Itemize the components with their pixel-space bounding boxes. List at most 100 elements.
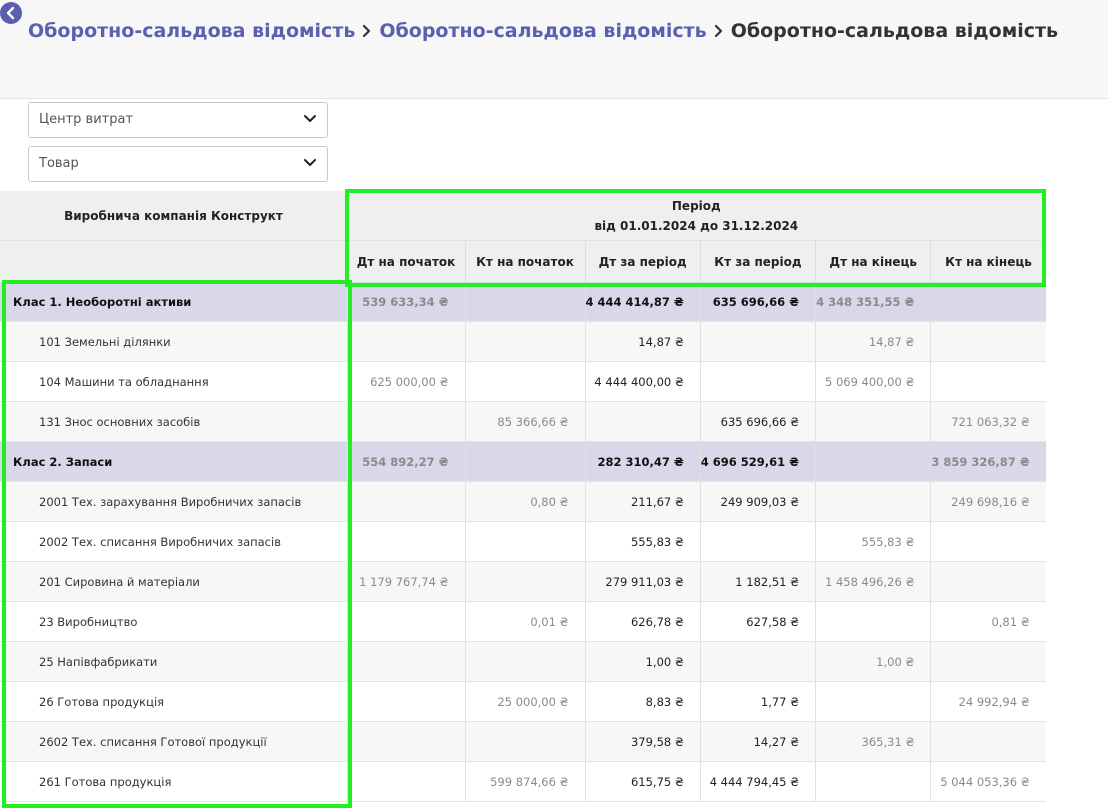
cell <box>346 761 465 802</box>
cell: 0,80 ₴ <box>464 481 585 522</box>
table-row[interactable]: 23 Виробництво 0,01 ₴ 626,78 ₴ 627,58 ₴ … <box>0 601 1046 642</box>
breadcrumb: Оборотно-сальдова відомість Оборотно-сал… <box>28 20 1058 42</box>
cell <box>464 641 585 682</box>
row-name: 131 Знос основних засобів <box>0 401 347 442</box>
cell: 626,78 ₴ <box>584 601 701 642</box>
cell: 5 044 053,36 ₴ <box>930 761 1046 802</box>
row-name: 2602 Тех. списання Готової продукції <box>0 721 347 762</box>
cell: 279 911,03 ₴ <box>584 561 701 602</box>
table-row[interactable]: 261 Готова продукція 599 874,66 ₴ 615,75… <box>0 761 1046 802</box>
chevron-right-icon <box>714 24 724 38</box>
cell <box>930 321 1046 362</box>
table-row[interactable]: 2001 Тех. зарахування Виробничих запасів… <box>0 481 1046 522</box>
cell: 555,83 ₴ <box>584 521 701 562</box>
cell: 85 366,66 ₴ <box>464 401 585 442</box>
cell: 555,83 ₴ <box>815 521 931 562</box>
cell <box>464 282 585 322</box>
table-row[interactable]: 25 Напівфабрикати 1,00 ₴ 1,00 ₴ <box>0 641 1046 682</box>
table-row[interactable]: 101 Земельні ділянки 14,87 ₴ 14,87 ₴ <box>0 321 1046 362</box>
chevron-left-icon <box>6 6 15 20</box>
cell: 1 458 496,26 ₴ <box>815 561 931 602</box>
row-name: 25 Напівфабрикати <box>0 641 347 682</box>
cell: 1,00 ₴ <box>584 641 701 682</box>
cell <box>346 721 465 762</box>
period-range: від 01.01.2024 до 31.12.2024 <box>594 218 799 233</box>
product-select[interactable]: Товар <box>28 146 328 182</box>
back-button[interactable] <box>0 2 22 24</box>
breadcrumb-link-1[interactable]: Оборотно-сальдова відомість <box>28 20 355 42</box>
cell: 14,87 ₴ <box>815 321 931 362</box>
cell: 4 444 414,87 ₴ <box>584 282 701 322</box>
cell: 211,67 ₴ <box>584 481 701 522</box>
cell: 635 696,66 ₴ <box>699 401 816 442</box>
row-name: 2001 Тех. зарахування Виробничих запасів <box>0 481 347 522</box>
cell <box>346 481 465 522</box>
col-header: Дт на початок <box>346 240 465 282</box>
empty-header-cell <box>0 240 347 282</box>
cell: 4 696 529,61 ₴ <box>699 441 816 482</box>
row-name: 104 Машини та обладнання <box>0 361 347 402</box>
cell: 14,27 ₴ <box>699 721 816 762</box>
cell <box>699 361 816 402</box>
cell: 1,00 ₴ <box>815 641 931 682</box>
row-name: 23 Виробництво <box>0 601 347 642</box>
col-header: Кт на кінець <box>930 240 1046 282</box>
cell <box>346 601 465 642</box>
cell <box>464 361 585 402</box>
cell: 0,81 ₴ <box>930 601 1046 642</box>
cell <box>464 521 585 562</box>
period-header: Період від 01.01.2024 до 31.12.2024 <box>347 191 1046 241</box>
cell <box>815 601 931 642</box>
chevron-down-icon <box>304 159 316 166</box>
cost-center-select[interactable]: Центр витрат <box>28 102 328 138</box>
cell <box>464 561 585 602</box>
top-bar: Оборотно-сальдова відомість Оборотно-сал… <box>0 0 1108 99</box>
table-row[interactable]: 131 Знос основних засобів 85 366,66 ₴ 63… <box>0 401 1046 442</box>
table-row[interactable]: 2002 Тех. списання Виробничих запасів 55… <box>0 521 1046 562</box>
cell: 599 874,66 ₴ <box>464 761 585 802</box>
row-name: 101 Земельні ділянки <box>0 321 347 362</box>
table-row[interactable]: 2602 Тех. списання Готової продукції 379… <box>0 721 1046 762</box>
cell <box>930 361 1046 402</box>
cell: 721 063,32 ₴ <box>930 401 1046 442</box>
cell <box>464 721 585 762</box>
cell: 4 348 351,55 ₴ <box>815 282 931 322</box>
cell: 615,75 ₴ <box>584 761 701 802</box>
cell <box>815 481 931 522</box>
row-name: 2002 Тех. списання Виробничих запасів <box>0 521 347 562</box>
cell: 3 859 326,87 ₴ <box>930 441 1046 482</box>
row-name: 201 Сировина й матеріали <box>0 561 347 602</box>
cell: 539 633,34 ₴ <box>346 282 465 322</box>
table-row[interactable]: 201 Сировина й матеріали 1 179 767,74 ₴ … <box>0 561 1046 602</box>
cell <box>815 401 931 442</box>
product-select-label: Товар <box>39 156 79 171</box>
cell <box>346 521 465 562</box>
table-row[interactable]: 26 Готова продукція 25 000,00 ₴ 8,83 ₴ 1… <box>0 681 1046 722</box>
table-body: Клас 1. Необоротні активи 539 633,34 ₴ 4… <box>0 282 1046 802</box>
cell <box>930 521 1046 562</box>
cell: 1 179 767,74 ₴ <box>346 561 465 602</box>
table-row-class[interactable]: Клас 1. Необоротні активи 539 633,34 ₴ 4… <box>0 282 1046 322</box>
cell: 627,58 ₴ <box>699 601 816 642</box>
cell: 14,87 ₴ <box>584 321 701 362</box>
table-row[interactable]: 104 Машини та обладнання 625 000,00 ₴ 4 … <box>0 361 1046 402</box>
cell <box>815 761 931 802</box>
cell: 249 698,16 ₴ <box>930 481 1046 522</box>
cell <box>699 641 816 682</box>
company-header: Виробнича компанія Конструкт <box>0 191 347 241</box>
cell: 625 000,00 ₴ <box>346 361 465 402</box>
period-title: Період <box>671 198 721 213</box>
col-header: Кт на початок <box>464 240 585 282</box>
cell <box>346 641 465 682</box>
breadcrumb-link-2[interactable]: Оборотно-сальдова відомість <box>379 20 706 42</box>
row-name: Клас 1. Необоротні активи <box>0 282 347 322</box>
cell <box>464 441 585 482</box>
table-row-class[interactable]: Клас 2. Запаси 554 892,27 ₴ 282 310,47 ₴… <box>0 441 1046 482</box>
cell: 365,31 ₴ <box>815 721 931 762</box>
cell: 5 069 400,00 ₴ <box>815 361 931 402</box>
cell <box>815 441 931 482</box>
cell <box>699 321 816 362</box>
cell <box>464 321 585 362</box>
cell: 24 992,94 ₴ <box>930 681 1046 722</box>
cell <box>815 681 931 722</box>
